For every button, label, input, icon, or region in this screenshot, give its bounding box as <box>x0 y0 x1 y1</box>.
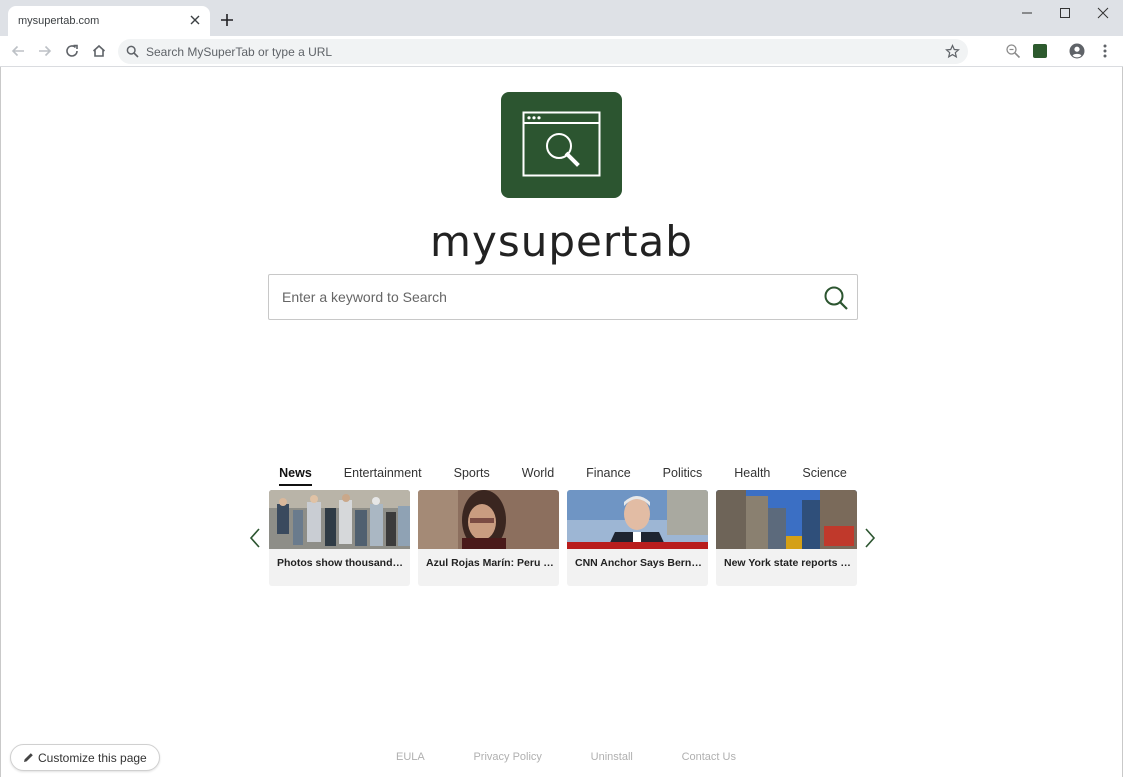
news-thumbnail-city <box>716 490 857 549</box>
tab-science[interactable]: Science <box>786 463 862 483</box>
home-icon[interactable] <box>90 42 108 60</box>
carousel-next-chevron-icon[interactable] <box>863 527 877 549</box>
reload-icon[interactable] <box>63 42 81 60</box>
news-thumbnail-portrait <box>418 490 559 549</box>
tab-finance[interactable]: Finance <box>570 463 646 483</box>
search-button-icon[interactable] <box>823 285 849 311</box>
extension-icon[interactable] <box>1033 44 1047 58</box>
news-thumbnail-anchor <box>567 490 708 549</box>
site-logo <box>501 92 622 198</box>
news-card[interactable]: Photos show thousands p... <box>269 490 410 586</box>
tab-news[interactable]: News <box>263 463 328 486</box>
browser-search-logo-icon <box>522 111 601 177</box>
address-bar-placeholder: Search MySuperTab or type a URL <box>146 45 333 59</box>
tab-health[interactable]: Health <box>718 463 786 483</box>
footer-link-eula[interactable]: EULA <box>396 751 425 763</box>
news-card[interactable]: CNN Anchor Says Bernie '... <box>567 490 708 586</box>
tab-world[interactable]: World <box>506 463 570 483</box>
customize-label: Customize this page <box>38 750 147 765</box>
carousel-prev-chevron-icon[interactable] <box>248 527 262 549</box>
tab-close-icon[interactable] <box>188 13 202 27</box>
tab-sports[interactable]: Sports <box>438 463 506 483</box>
browser-tab[interactable]: mysupertab.com <box>8 6 210 36</box>
news-card[interactable]: Azul Rojas Marín: Peru fo... <box>418 490 559 586</box>
footer-link-contact-us[interactable]: Contact Us <box>682 751 736 763</box>
news-thumbnail-crowd <box>269 490 410 549</box>
brand-name: mysupertab <box>430 217 693 266</box>
news-category-tabs: News Entertainment Sports World Finance … <box>268 459 858 487</box>
window-close-icon[interactable] <box>1092 4 1114 22</box>
address-bar[interactable]: Search MySuperTab or type a URL <box>118 39 968 64</box>
footer-link-uninstall[interactable]: Uninstall <box>591 751 633 763</box>
search-box <box>268 274 858 320</box>
pencil-icon <box>24 753 33 762</box>
forward-arrow-icon[interactable] <box>36 42 54 60</box>
new-tab-icon[interactable] <box>218 11 236 29</box>
profile-avatar-icon[interactable] <box>1069 43 1085 59</box>
tab-entertainment[interactable]: Entertainment <box>328 463 438 483</box>
search-icon <box>126 45 139 58</box>
footer-links: EULA Privacy Policy Uninstall Contact Us <box>396 751 736 763</box>
back-arrow-icon[interactable] <box>9 42 27 60</box>
page-content: mysupertab News Entertainment Sports Wor… <box>0 67 1123 777</box>
news-card-title: CNN Anchor Says Bernie '... <box>575 557 703 569</box>
news-card-title: New York state reports m... <box>724 557 852 569</box>
news-card[interactable]: New York state reports m... <box>716 490 857 586</box>
news-carousel: Photos show thousands p... Azul Rojas Ma… <box>269 490 857 586</box>
browser-menu-icon[interactable] <box>1097 43 1113 59</box>
news-card-title: Azul Rojas Marín: Peru fo... <box>426 557 554 569</box>
zoom-icon[interactable] <box>1005 43 1021 59</box>
customize-page-button[interactable]: Customize this page <box>10 744 160 771</box>
search-input[interactable] <box>282 275 812 319</box>
tab-politics[interactable]: Politics <box>647 463 719 483</box>
bookmark-star-icon[interactable] <box>945 44 960 59</box>
news-card-title: Photos show thousands p... <box>277 557 405 569</box>
minimize-icon[interactable] <box>1016 4 1038 22</box>
browser-tab-strip: mysupertab.com <box>0 0 1123 36</box>
tab-title: mysupertab.com <box>18 15 100 27</box>
footer-link-privacy-policy[interactable]: Privacy Policy <box>473 751 541 763</box>
browser-toolbar: Search MySuperTab or type a URL <box>0 36 1123 67</box>
maximize-icon[interactable] <box>1054 4 1076 22</box>
